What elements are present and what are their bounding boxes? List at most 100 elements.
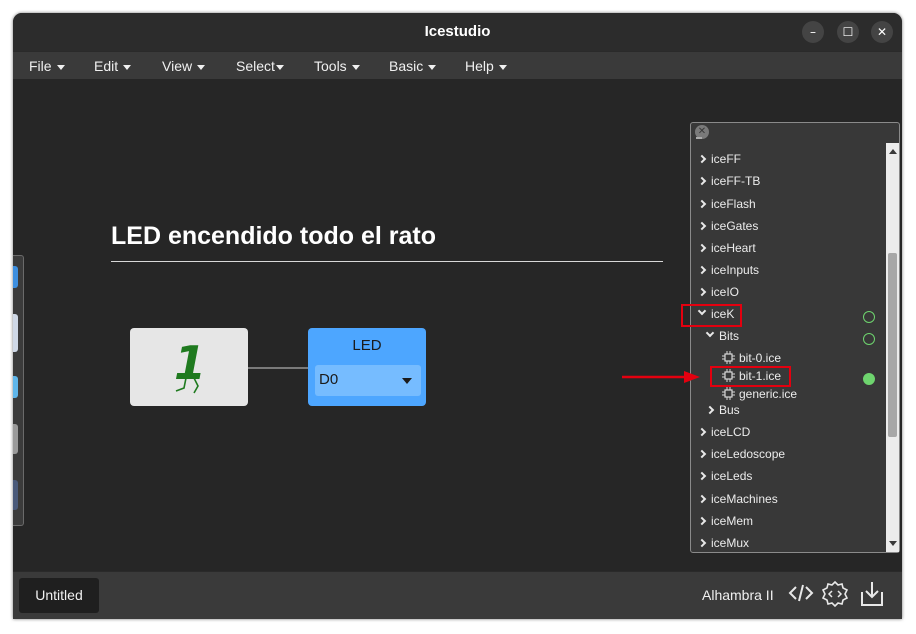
- tree-item-iceflash[interactable]: iceFlash: [697, 197, 756, 211]
- tree-item-iceheart[interactable]: iceHeart: [697, 241, 756, 255]
- chip-icon: [722, 351, 735, 364]
- tree-item-label: iceLCD: [711, 425, 751, 439]
- pointer-arrow-icon: [622, 371, 700, 383]
- scroll-up-icon[interactable]: [889, 149, 897, 154]
- tree-item-icemux[interactable]: iceMux: [697, 536, 750, 550]
- caret-down-icon: [56, 64, 65, 70]
- tree-item-label: iceMachines: [711, 492, 778, 506]
- tree-item-label: iceIO: [711, 285, 740, 299]
- tree-item-iceio[interactable]: iceIO: [697, 285, 740, 299]
- dock-tab[interactable]: [13, 424, 18, 454]
- chevron-right-icon: [697, 265, 707, 275]
- tree-item-label: iceLeds: [711, 469, 753, 483]
- menu-view[interactable]: View: [162, 58, 206, 74]
- tree-item-label: iceGates: [711, 219, 759, 233]
- tree-item-iceff[interactable]: iceFF: [697, 152, 741, 166]
- scrollbar-thumb[interactable]: [888, 253, 897, 437]
- chevron-right-icon: [697, 427, 707, 437]
- chevron-down-icon: [402, 378, 412, 384]
- tree-item-label: generic.ice: [739, 387, 798, 401]
- chevron-right-icon: [697, 176, 707, 186]
- chevron-right-icon: [697, 199, 707, 209]
- window-maximize-icon[interactable]: ☐: [837, 21, 859, 43]
- pin-select-value: D0: [319, 371, 339, 388]
- gear-code-icon[interactable]: [821, 580, 849, 608]
- dock-tab[interactable]: [13, 314, 18, 352]
- caret-down-icon: [275, 64, 284, 70]
- download-icon[interactable]: [859, 580, 885, 608]
- chevron-right-icon: [705, 405, 715, 415]
- window-minimize-icon[interactable]: –: [802, 21, 824, 43]
- chevron-right-icon: [697, 471, 707, 481]
- led-output-block[interactable]: LED D0: [308, 328, 426, 406]
- chevron-right-icon: [697, 221, 707, 231]
- menu-basic-label: Basic: [389, 58, 424, 74]
- window-title: Icestudio: [424, 23, 491, 40]
- chevron-right-icon: [697, 494, 707, 504]
- led-block-label: LED: [352, 337, 382, 354]
- caret-down-icon: [498, 64, 507, 70]
- tree-item-icegates[interactable]: iceGates: [697, 219, 759, 233]
- tree-item-label: iceMem: [711, 514, 754, 528]
- board-selector[interactable]: Alhambra II: [702, 587, 774, 603]
- tree-item-bus[interactable]: Bus: [705, 403, 740, 417]
- connection-wire[interactable]: [248, 367, 308, 369]
- tree-item-iceff-tb[interactable]: iceFF-TB: [697, 174, 761, 188]
- chevron-down-icon: [705, 328, 715, 338]
- caret-down-icon: [351, 64, 360, 70]
- collections-panel: ✕ iceFF iceFF-TB iceFlash iceGates iceHe…: [681, 122, 900, 553]
- panel-scrollbar[interactable]: [886, 143, 899, 552]
- scroll-down-icon[interactable]: [889, 541, 897, 546]
- tree-item-iceinputs[interactable]: iceInputs: [697, 263, 760, 277]
- caret-down-icon: [428, 64, 437, 70]
- menu-tools-label: Tools: [314, 58, 347, 74]
- tree-item-generic[interactable]: generic.ice: [722, 387, 797, 401]
- tree-item-bit-0[interactable]: bit-0.ice: [722, 351, 781, 365]
- tree-item-label: bit-0.ice: [739, 351, 782, 365]
- tree-item-icemem[interactable]: iceMem: [697, 514, 754, 528]
- tree-item-label: iceFlash: [711, 197, 756, 211]
- chip-icon: [722, 387, 735, 400]
- tree-item-iceledoscope[interactable]: iceLedoscope: [697, 447, 786, 461]
- diagram-title: LED encendido todo el rato: [111, 222, 437, 250]
- menu-help[interactable]: Help: [465, 58, 507, 74]
- title-bar: Icestudio – ☐ ✕: [13, 13, 902, 51]
- menu-tools[interactable]: Tools: [314, 58, 360, 74]
- status-indicator: [863, 333, 875, 345]
- tree-item-iceleds[interactable]: iceLeds: [697, 469, 753, 483]
- app-window: Icestudio – ☐ ✕ File Edit View Select To…: [13, 13, 902, 619]
- tree-item-bits[interactable]: Bits: [705, 328, 740, 343]
- pin-select[interactable]: D0: [315, 365, 421, 396]
- dock-tab[interactable]: [13, 266, 18, 288]
- tab-untitled[interactable]: Untitled: [19, 578, 99, 613]
- tree-item-label: iceInputs: [711, 263, 760, 277]
- tree-item-icelcd[interactable]: iceLCD: [697, 425, 751, 439]
- menu-edit-label: Edit: [94, 58, 119, 74]
- constant-one-icon: 1: [174, 336, 206, 394]
- menu-select[interactable]: Select: [236, 58, 284, 74]
- menu-file[interactable]: File: [29, 58, 65, 74]
- chevron-right-icon: [697, 287, 707, 297]
- tree-item-label: iceFF-TB: [711, 174, 761, 188]
- chevron-right-icon: [697, 538, 707, 548]
- tree-item-label: Bits: [719, 329, 740, 343]
- tree-item-label: iceMux: [711, 536, 750, 550]
- caret-down-icon: [123, 64, 132, 70]
- constant-block[interactable]: 1: [130, 328, 248, 406]
- status-indicator-selected: [863, 373, 875, 385]
- tree-item-icemachines[interactable]: iceMachines: [697, 492, 778, 506]
- dock-tab[interactable]: [13, 376, 18, 398]
- menu-file-label: File: [29, 58, 52, 74]
- tree-item-label: iceLedoscope: [711, 447, 786, 461]
- highlight-box-icek: [681, 304, 742, 327]
- hidden-item-stub: [696, 137, 702, 139]
- dock-tab[interactable]: [13, 480, 18, 510]
- menu-select-label: Select: [236, 58, 275, 74]
- left-dock[interactable]: [13, 255, 24, 526]
- highlight-box-bit-1: [710, 366, 791, 387]
- menu-edit[interactable]: Edit: [94, 58, 132, 74]
- tree-item-label: Bus: [719, 403, 740, 417]
- code-icon[interactable]: [788, 580, 814, 606]
- window-close-icon[interactable]: ✕: [871, 21, 893, 43]
- menu-basic[interactable]: Basic: [389, 58, 437, 74]
